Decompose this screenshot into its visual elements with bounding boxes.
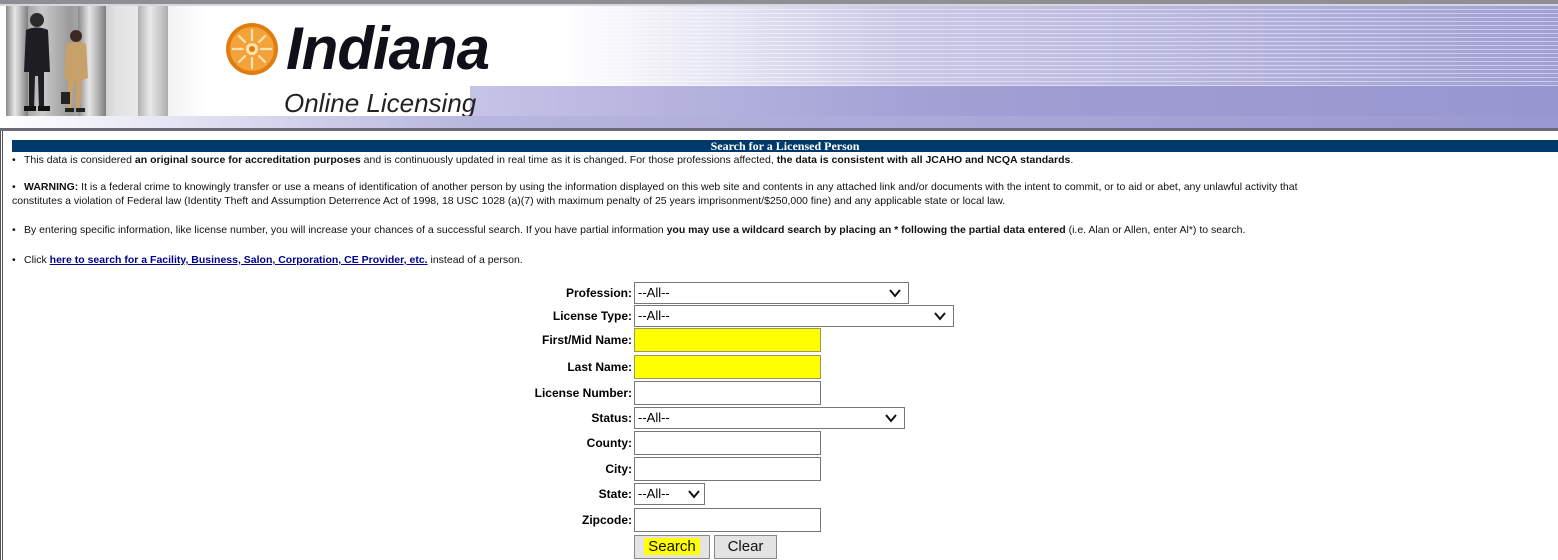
first-name-field[interactable]	[634, 328, 821, 352]
source-notice: • This data is considered an original sou…	[12, 153, 1073, 167]
facility-search-link[interactable]: here to search for a Facility, Business,…	[50, 254, 428, 266]
zipcode-field[interactable]	[634, 508, 821, 532]
warning-notice: • WARNING: It is a federal crime to knowi…	[12, 180, 1298, 194]
city-field[interactable]	[634, 457, 821, 481]
site-header: Indiana Online Licensing	[0, 6, 1558, 116]
notice-text: .	[1070, 154, 1074, 166]
left-frame-border	[0, 131, 10, 560]
warning-text: It is a federal crime to knowingly trans…	[78, 181, 1298, 193]
profession-label: Profession:	[565, 286, 632, 300]
notice-bold: an original source for accreditation pur…	[134, 154, 361, 166]
profession-value: --All--	[638, 285, 670, 300]
person-figure-icon	[61, 30, 88, 112]
bullet: •	[12, 154, 16, 166]
notice-text: and is continuously updated in real time…	[360, 154, 777, 166]
chevron-down-icon	[934, 312, 946, 321]
warning-label: WARNING:	[24, 181, 79, 193]
city-label: City:	[605, 462, 632, 476]
brand-subtitle: Online Licensing	[284, 88, 477, 116]
license-number-label: License Number:	[534, 386, 632, 400]
state-value: --All--	[638, 486, 670, 501]
status-value: --All--	[638, 410, 670, 425]
last-name-label: Last Name:	[567, 360, 632, 374]
header-stripe	[470, 86, 1558, 116]
state-select[interactable]: --All--	[634, 483, 705, 505]
indiana-seal-icon	[226, 23, 278, 75]
status-select[interactable]: --All--	[634, 407, 905, 429]
notice-bold: the data is consistent with all JCAHO an…	[776, 154, 1071, 166]
license-type-select[interactable]: --All--	[634, 305, 954, 327]
notice-bold: you may use a wildcard search by placing…	[666, 224, 1066, 236]
license-type-label: License Type:	[552, 309, 632, 323]
bullet: •	[12, 224, 16, 236]
warning-text: constitutes a violation of Federal law (…	[12, 195, 1006, 207]
first-name-label: First/Mid Name:	[541, 333, 632, 347]
notice-text: Click	[24, 254, 50, 266]
status-label: Status:	[591, 411, 632, 425]
header-divider	[0, 128, 1558, 131]
license-type-value: --All--	[638, 308, 670, 323]
notice-text: By entering specific information, like l…	[24, 224, 667, 236]
license-number-field[interactable]	[634, 381, 821, 405]
zipcode-label: Zipcode:	[582, 513, 632, 527]
tips-notice: • By entering specific information, like …	[12, 223, 1245, 237]
state-label: State:	[598, 487, 632, 501]
search-button-label: Search	[644, 538, 700, 555]
county-field[interactable]	[634, 431, 821, 455]
chevron-down-icon	[885, 414, 897, 423]
bullet: •	[12, 181, 16, 193]
last-name-field[interactable]	[634, 355, 821, 379]
brand-name: Indiana	[286, 15, 490, 82]
bullet: •	[12, 254, 16, 266]
page-title: Search for a Licensed Person	[12, 140, 1558, 152]
chevron-down-icon	[688, 490, 700, 499]
photo-column	[138, 6, 168, 116]
clear-button[interactable]: Clear	[714, 535, 777, 559]
notice-text: (i.e. Alan or Allen, enter Al*) to searc…	[1065, 224, 1246, 236]
profession-select[interactable]: --All--	[634, 282, 909, 304]
header-bottom-band	[0, 116, 1558, 128]
logo: Indiana	[220, 15, 540, 90]
search-button[interactable]: Search	[634, 535, 710, 559]
warning-notice-line2: constitutes a violation of Federal law (…	[12, 194, 1005, 208]
header-pattern	[530, 6, 1558, 86]
header-photo	[6, 6, 206, 116]
person-figure-icon	[24, 13, 50, 111]
county-label: County:	[586, 436, 632, 450]
facility-search-notice: • Click here to search for a Facility, Bu…	[12, 253, 523, 267]
notice-text: This data is considered	[24, 154, 135, 166]
notice-text: instead of a person.	[427, 254, 523, 266]
chevron-down-icon	[889, 289, 901, 298]
